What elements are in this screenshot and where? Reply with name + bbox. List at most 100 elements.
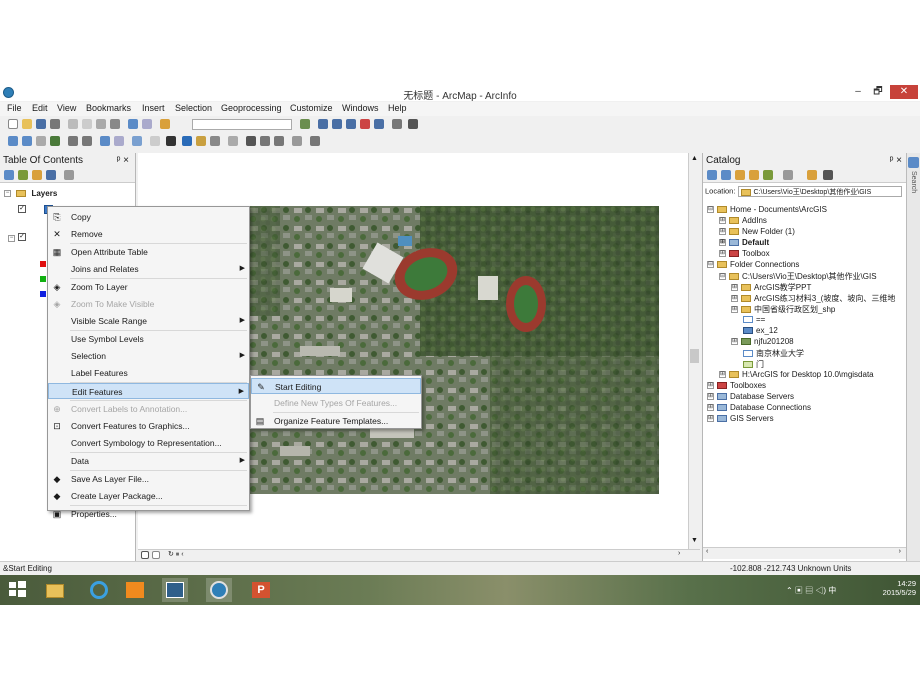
catalog-item-addins[interactable]: ⊞ AddIns xyxy=(719,216,767,225)
catalog-item-folder-connections[interactable]: ⊟ Folder Connections xyxy=(707,260,799,269)
catalog-item-default[interactable]: ⊞ Default xyxy=(719,238,769,247)
menu-item-start-editing[interactable]: ✎ Start Editing xyxy=(251,378,421,394)
new-folder-icon[interactable] xyxy=(807,170,817,180)
expander-icon[interactable]: ⊞ xyxy=(707,393,714,401)
layer-visibility-checkbox[interactable]: ✓ xyxy=(18,205,26,213)
layout-view-icon[interactable] xyxy=(152,551,160,559)
home-icon[interactable] xyxy=(749,170,759,180)
location-combobox[interactable]: C:\Users\Vio王\Desktop\其他作业\GIS xyxy=(737,186,902,197)
forward-icon[interactable] xyxy=(721,170,731,180)
restore-button[interactable]: 🗗 xyxy=(868,85,888,99)
menu-item-data[interactable]: Data ▶ xyxy=(48,453,249,469)
new-document-icon[interactable] xyxy=(8,119,18,129)
pan-icon[interactable] xyxy=(36,136,46,146)
catalog-item-njfu[interactable]: 南京林业大学 xyxy=(743,348,804,359)
catalog-horizontal-scrollbar[interactable]: ‹ › xyxy=(703,547,907,559)
ie-taskbar-button[interactable] xyxy=(86,578,112,602)
menu-item-copy[interactable]: ⎘ Copy xyxy=(48,209,249,225)
menu-edit[interactable]: Edit xyxy=(32,103,48,113)
catalog-item-database-servers[interactable]: ⊞ Database Servers xyxy=(707,392,794,401)
scroll-right-arrow-icon[interactable]: › xyxy=(899,548,901,555)
catalog-item-mgisdata[interactable]: ⊞ H:\ArcGIS for Desktop 10.0\mgisdata xyxy=(719,370,874,379)
menu-item-joins-and-relates[interactable]: Joins and Relates ▶ xyxy=(48,261,249,277)
connect-folder-icon[interactable] xyxy=(763,170,773,180)
powerpoint-taskbar-button[interactable]: P xyxy=(248,578,274,602)
print-icon[interactable] xyxy=(50,119,60,129)
python-window-icon[interactable] xyxy=(374,119,384,129)
scroll-up-arrow-icon[interactable]: ▲ xyxy=(691,155,698,162)
expander-icon[interactable]: ⊟ xyxy=(707,261,714,269)
expander-icon[interactable]: ⊞ xyxy=(707,415,714,423)
list-by-drawing-order-icon[interactable] xyxy=(4,170,14,180)
undo-icon[interactable] xyxy=(128,119,138,129)
zoom-out-icon[interactable] xyxy=(22,136,32,146)
menu-item-convert-features-to-graphics[interactable]: ⊡ Convert Features to Graphics... xyxy=(48,418,249,434)
full-extent-icon[interactable] xyxy=(50,136,60,146)
menu-item-save-as-layer-file[interactable]: ◆ Save As Layer File... xyxy=(48,471,249,487)
search-side-tab[interactable]: Search xyxy=(906,153,920,561)
layer2-expander[interactable]: − xyxy=(8,233,18,243)
catalog-item-new-folder[interactable]: ⊞ New Folder (1) xyxy=(719,227,795,236)
measure-icon[interactable] xyxy=(228,136,238,146)
select-elements-icon[interactable] xyxy=(166,136,176,146)
copy-icon[interactable] xyxy=(82,119,92,129)
catalog-item-ex12[interactable]: ex_12 xyxy=(743,326,778,335)
fixed-zoom-in-icon[interactable] xyxy=(68,136,78,146)
help-icon[interactable] xyxy=(408,119,418,129)
map-scale-combo[interactable] xyxy=(192,119,292,130)
layer2-visibility-checkbox[interactable]: ✓ xyxy=(18,233,26,241)
list-by-selection-icon[interactable] xyxy=(46,170,56,180)
catalog-item-database-connections[interactable]: ⊞ Database Connections xyxy=(707,403,811,412)
catalog-window-icon[interactable] xyxy=(332,119,342,129)
catalog-item-toolbox[interactable]: ⊞ Toolbox xyxy=(719,249,770,258)
menu-item-properties[interactable]: ▣ Properties... xyxy=(48,506,249,522)
toc-pin-close-button[interactable]: ᵖ × xyxy=(117,153,129,168)
delete-icon[interactable] xyxy=(110,119,120,129)
expander-icon[interactable]: ⊞ xyxy=(707,382,714,390)
expander-icon[interactable]: ⊞ xyxy=(731,338,738,346)
modelbuilder-icon[interactable] xyxy=(392,119,402,129)
catalog-item-gate[interactable]: 门 xyxy=(743,359,764,370)
menu-view[interactable]: View xyxy=(57,103,76,113)
menu-item-zoom-to-make-visible[interactable]: ◈ Zoom To Make Visible xyxy=(48,296,249,312)
minimize-button[interactable]: – xyxy=(848,85,868,99)
menu-geoprocessing[interactable]: Geoprocessing xyxy=(221,103,282,113)
menu-item-edit-features[interactable]: Edit Features ▶ xyxy=(48,383,249,399)
catalog-item-equals[interactable]: == xyxy=(743,315,765,324)
expander-icon[interactable]: ⊞ xyxy=(719,371,726,379)
toc-options-icon[interactable] xyxy=(64,170,74,180)
open-icon[interactable] xyxy=(22,119,32,129)
catalog-item-arcgis-ppt[interactable]: ⊞ ArcGIS教学PPT xyxy=(731,282,811,293)
search-window-icon[interactable] xyxy=(346,119,356,129)
scroll-down-arrow-icon[interactable]: ▼ xyxy=(691,537,698,544)
expander-icon[interactable]: ⊞ xyxy=(731,306,738,314)
catalog-item-toolboxes[interactable]: ⊞ Toolboxes xyxy=(707,381,766,390)
menu-file[interactable]: File xyxy=(7,103,22,113)
expander-icon[interactable]: ⊞ xyxy=(719,239,726,247)
arctoolbox-icon[interactable] xyxy=(360,119,370,129)
html-popup-icon[interactable] xyxy=(210,136,220,146)
identify-icon[interactable] xyxy=(182,136,192,146)
back-extent-icon[interactable] xyxy=(100,136,110,146)
layers-collapse-expander[interactable]: − xyxy=(4,190,11,198)
menu-item-create-layer-package[interactable]: ◆ Create Layer Package... xyxy=(48,488,249,504)
scroll-right-arrow-icon[interactable]: › xyxy=(678,550,680,557)
close-button[interactable]: ✕ xyxy=(890,85,918,99)
catalog-item-gis-servers[interactable]: ⊞ GIS Servers xyxy=(707,414,774,423)
start-button[interactable] xyxy=(6,578,32,602)
zoom-in-icon[interactable] xyxy=(8,136,18,146)
expander-icon[interactable]: ⊞ xyxy=(719,217,726,225)
catalog-pin-close-button[interactable]: ᵖ × xyxy=(890,153,902,168)
taskbar-clock[interactable]: 14:29 2015/5/29 xyxy=(868,579,916,597)
toc-window-icon[interactable] xyxy=(318,119,328,129)
scroll-left-arrow-icon[interactable]: ‹ xyxy=(706,548,708,555)
clear-selection-icon[interactable] xyxy=(150,136,160,146)
menu-item-organize-feature-templates[interactable]: ▤ Organize Feature Templates... xyxy=(251,413,421,429)
expander-icon[interactable]: ⊟ xyxy=(719,273,726,281)
menu-windows[interactable]: Windows xyxy=(342,103,379,113)
map-vertical-scrollbar[interactable]: ▲ ▼ xyxy=(688,153,700,549)
data-view-icon[interactable] xyxy=(141,551,149,559)
hyperlink-icon[interactable] xyxy=(196,136,206,146)
system-tray-icons[interactable]: ⌃ ▣ ▤ ◁) 中 xyxy=(786,585,836,596)
menu-customize[interactable]: Customize xyxy=(290,103,333,113)
